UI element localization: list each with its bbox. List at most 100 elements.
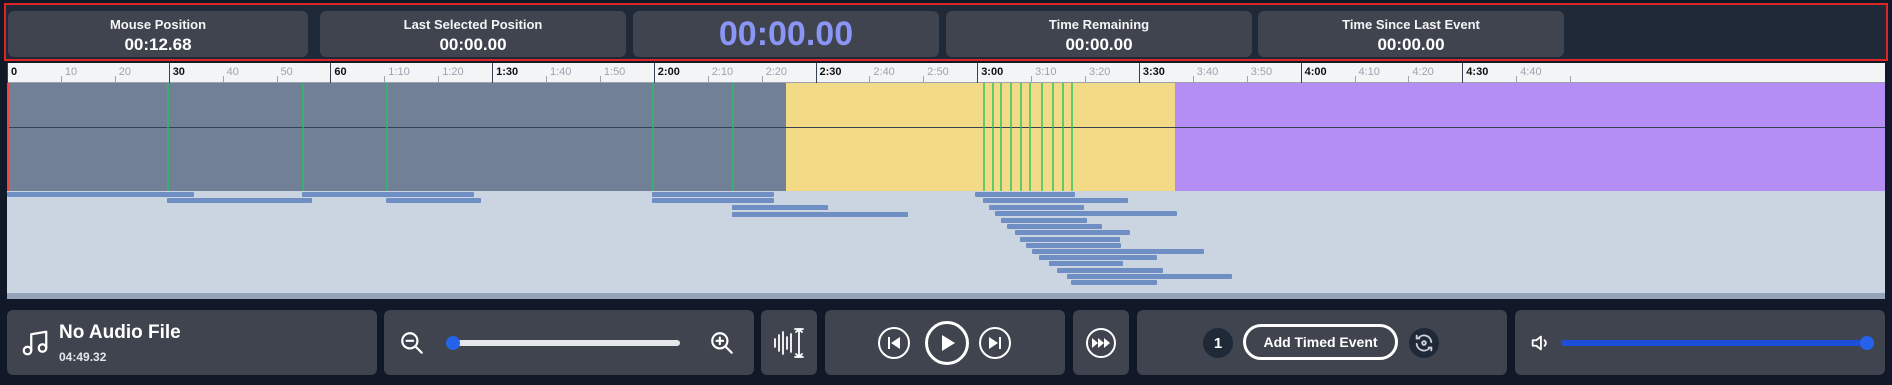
- zoom-panel: [384, 310, 754, 375]
- last-selected-box: Last Selected Position 00:00.00: [320, 11, 626, 57]
- event-duration-bar[interactable]: [1007, 224, 1102, 229]
- event-count-badge: 1: [1203, 328, 1233, 358]
- event-duration-bar[interactable]: [989, 205, 1084, 210]
- event-marker[interactable]: [1052, 83, 1054, 191]
- ruler-tick: [761, 76, 763, 83]
- music-note-icon: [19, 327, 51, 359]
- event-duration-bar[interactable]: [7, 192, 194, 197]
- ruler-major-label: 4:00: [1304, 66, 1327, 78]
- event-marker[interactable]: [1020, 83, 1022, 191]
- event-duration-bar[interactable]: [1039, 255, 1157, 260]
- fast-forward-icon[interactable]: [1086, 328, 1116, 358]
- event-duration-bar[interactable]: [1032, 249, 1204, 254]
- mouse-position-label: Mouse Position: [109, 17, 207, 32]
- event-duration-bar[interactable]: [995, 211, 1177, 216]
- event-duration-bar[interactable]: [732, 212, 908, 217]
- ruler-minor-label: 2:20: [765, 66, 788, 78]
- volume-slider-track[interactable]: [1561, 340, 1867, 346]
- event-duration-bar[interactable]: [386, 198, 481, 203]
- zoom-slider-track[interactable]: [446, 340, 680, 346]
- time-since-event-value: 00:00.00: [1377, 35, 1445, 54]
- timeline-region-purple[interactable]: [1175, 83, 1885, 191]
- ruler-tick: [923, 76, 925, 83]
- event-marker[interactable]: [1041, 83, 1043, 191]
- event-duration-bar[interactable]: [1026, 243, 1121, 248]
- event-marker[interactable]: [1010, 83, 1012, 191]
- ruler-tick: [546, 76, 547, 83]
- ruler-tick: [1570, 76, 1572, 83]
- ruler-minor-label: 3:50: [1250, 66, 1273, 78]
- event-duration-bar[interactable]: [652, 192, 774, 197]
- event-marker[interactable]: [302, 83, 304, 191]
- event-duration-bar[interactable]: [1020, 237, 1120, 242]
- waveform-height-icon[interactable]: [771, 325, 807, 361]
- event-duration-bar[interactable]: [983, 198, 1128, 203]
- event-duration-bar[interactable]: [1071, 280, 1157, 285]
- event-marker[interactable]: [1062, 83, 1064, 191]
- current-time-display: 00:00.00: [718, 15, 854, 53]
- time-ruler[interactable]: 0 10 20 30 40 50 60 1:10 1:20 1:30 1:40 1:50 2:00 2:1…: [7, 63, 1885, 83]
- ruler-tick: [977, 63, 979, 83]
- playhead-cursor[interactable]: [7, 83, 9, 191]
- ruler-tick: [1192, 76, 1194, 83]
- timeline[interactable]: 0 10 20 30 40 50 60 1:10 1:20 1:30 1:40 1:50 2:00 2:1…: [7, 63, 1885, 299]
- event-duration-bar[interactable]: [732, 205, 828, 210]
- timeline-scrollbar[interactable]: [7, 293, 1885, 299]
- ruler-tick: [1354, 76, 1356, 83]
- event-marker[interactable]: [1071, 83, 1073, 191]
- ruler-minor-label: 1:50: [603, 66, 626, 78]
- ruler-tick: [1246, 76, 1248, 83]
- ruler-minor-label: 1:20: [442, 66, 464, 78]
- time-remaining-label: Time Remaining: [1048, 17, 1150, 32]
- event-duration-bar[interactable]: [652, 198, 774, 203]
- ruler-minor-label: 3:10: [1035, 66, 1057, 78]
- skip-forward-icon[interactable]: [979, 327, 1011, 359]
- timeline-region-yellow[interactable]: [786, 83, 1175, 191]
- event-marker[interactable]: [992, 83, 994, 191]
- skip-back-icon[interactable]: [878, 327, 910, 359]
- ruler-tick: [114, 76, 116, 83]
- event-duration-bar[interactable]: [167, 198, 312, 203]
- ruler-tick: [1408, 76, 1410, 83]
- ruler-tick: [60, 76, 62, 83]
- event-duration-bar[interactable]: [975, 192, 1075, 197]
- event-marker[interactable]: [1029, 83, 1031, 191]
- event-duration-bar[interactable]: [302, 192, 474, 197]
- ruler-minor-label: 2:50: [927, 66, 949, 78]
- event-duration-bar[interactable]: [1067, 274, 1232, 279]
- ruler-minor-label: 1:10: [388, 66, 410, 78]
- add-timed-event-button[interactable]: Add Timed Event: [1243, 324, 1398, 360]
- zoom-slider-thumb[interactable]: [446, 336, 460, 350]
- ruler-tick: [653, 63, 655, 83]
- ruler-major-label: 3:00: [981, 66, 1004, 78]
- timeline-region-gray[interactable]: [7, 83, 786, 191]
- event-marker[interactable]: [167, 83, 169, 191]
- event-duration-bar[interactable]: [1015, 230, 1130, 235]
- zoom-out-icon[interactable]: [398, 329, 426, 357]
- time-since-event-label: Time Since Last Event: [1342, 17, 1480, 32]
- audio-title: No Audio File: [59, 322, 181, 343]
- event-marker[interactable]: [983, 83, 985, 191]
- event-marker[interactable]: [386, 83, 388, 191]
- ruler-major-label: 2:30: [819, 66, 842, 78]
- volume-slider-thumb[interactable]: [1860, 336, 1874, 350]
- event-marker[interactable]: [652, 83, 654, 191]
- event-duration-bar[interactable]: [1049, 261, 1123, 266]
- ruler-tick: [1138, 63, 1140, 83]
- ruler-tick: [276, 76, 278, 83]
- volume-icon[interactable]: [1527, 330, 1553, 356]
- event-marker[interactable]: [732, 83, 734, 191]
- ruler-minor-label: 4:40: [1520, 66, 1542, 78]
- zoom-in-icon[interactable]: [708, 329, 736, 357]
- reset-sync-icon[interactable]: [1409, 328, 1439, 358]
- event-duration-bar[interactable]: [1057, 268, 1163, 273]
- ruler-tick: [438, 76, 440, 83]
- ruler-tick: [1085, 76, 1086, 83]
- ruler-minor-label: 2:40: [873, 66, 895, 78]
- ruler-minor-label: 4:10: [1358, 66, 1380, 78]
- event-duration-bar[interactable]: [1001, 218, 1087, 223]
- play-icon[interactable]: [925, 321, 969, 365]
- audio-duration: 04:49.32: [59, 350, 107, 364]
- event-marker[interactable]: [1000, 83, 1002, 191]
- ruler-minor-label: 2:10: [711, 66, 734, 78]
